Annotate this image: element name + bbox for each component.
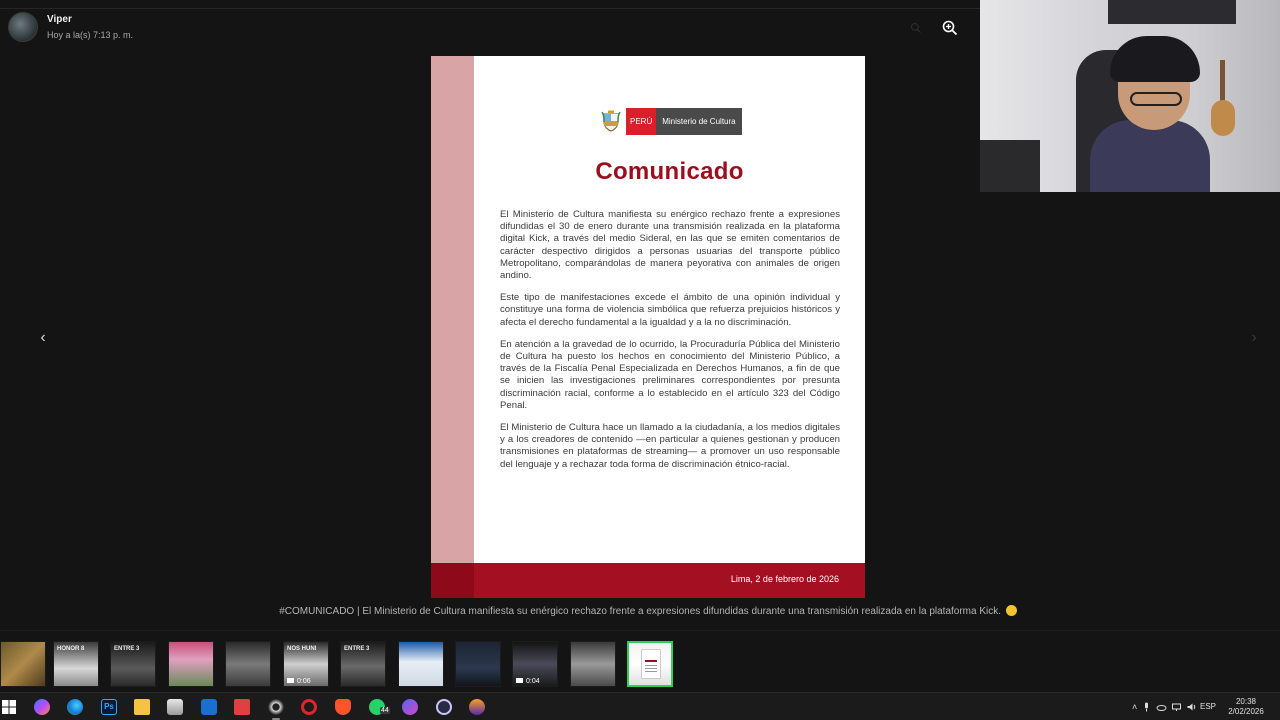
document-body: El Ministerio de Cultura manifiesta su e… — [500, 209, 840, 481]
file-explorer-icon[interactable] — [134, 699, 150, 715]
thumbnail[interactable]: NOS HUNI 0:06 — [283, 641, 329, 687]
webcam-overlay — [980, 0, 1280, 192]
thumbnail[interactable]: HONOR 8 — [53, 641, 99, 687]
outlook-mail-icon[interactable] — [201, 699, 217, 715]
thumbnail[interactable]: 0:04 — [512, 641, 558, 687]
microphone-icon[interactable] — [1141, 702, 1152, 712]
thumbnail-caption: NOS HUNI — [287, 646, 317, 652]
logo-country: PERÚ — [626, 108, 657, 135]
taskbar-clock[interactable]: 20:38 2/02/2026 — [1226, 697, 1266, 717]
media-caption: #COMUNICADO | El Ministerio de Cultura m… — [0, 605, 1280, 617]
divider — [0, 630, 1280, 631]
thumbnail[interactable] — [455, 641, 501, 687]
document-date: Lima, 2 de febrero de 2026 — [730, 574, 839, 584]
firefox-browser-icon[interactable] — [469, 699, 485, 715]
thumbnail[interactable] — [398, 641, 444, 687]
paragraph: En atención a la gravedad de lo ocurrido… — [500, 338, 840, 411]
video-duration: 0:06 — [297, 678, 311, 685]
thumbnail-caption: ENTRE 3 — [114, 646, 140, 652]
copilot-icon[interactable] — [34, 699, 50, 715]
paragraph: El Ministerio de Cultura hace un llamado… — [500, 422, 840, 470]
edge-browser-icon[interactable] — [67, 699, 83, 715]
chevron-up-icon[interactable]: ˄ — [1132, 702, 1137, 712]
calendar-app-icon[interactable] — [234, 699, 250, 715]
messenger-icon[interactable] — [402, 699, 418, 715]
ministry-logo: PERÚ Ministerio de Cultura — [599, 108, 742, 135]
thumbnail[interactable] — [570, 641, 616, 687]
thumbnail[interactable] — [168, 641, 214, 687]
communique-image: PERÚ Ministerio de Cultura Comunicado El… — [431, 56, 865, 598]
obs-studio-icon[interactable] — [268, 699, 284, 715]
thumbnail[interactable]: ENTRE 3 — [340, 641, 386, 687]
document-title: Comunicado — [595, 158, 744, 185]
photoshop-icon[interactable]: Ps — [101, 699, 117, 715]
video-duration: 0:04 — [526, 678, 540, 685]
opera-browser-icon[interactable] — [301, 699, 317, 715]
microphone-arm — [980, 140, 1040, 192]
sender-name[interactable]: Viper — [47, 14, 133, 25]
previous-media-button[interactable]: ‹ — [33, 328, 53, 348]
chevron-left-icon: ‹ — [40, 329, 46, 346]
microsoft-store-icon[interactable] — [167, 699, 183, 715]
guitar — [1210, 60, 1236, 136]
thumbnail-selected[interactable] — [627, 641, 673, 687]
person-shirt — [1090, 120, 1210, 192]
decorative-band — [431, 56, 474, 563]
notification-badge: 44 — [380, 707, 390, 714]
video-camera-icon — [287, 678, 294, 683]
thumbnail-document — [641, 649, 661, 679]
next-media-button[interactable]: › — [1244, 328, 1264, 348]
message-timestamp: Hoy a la(s) 7:13 p. m. — [47, 30, 134, 40]
video-camera-icon — [516, 678, 523, 683]
thumbnail[interactable] — [0, 641, 46, 687]
network-icon[interactable] — [1171, 702, 1182, 712]
caption-text: #COMUNICADO | El Ministerio de Cultura m… — [279, 606, 1002, 617]
divider — [0, 8, 980, 9]
clock-time: 20:38 — [1235, 697, 1257, 706]
media-player-icon[interactable] — [436, 699, 452, 715]
wall-screen — [1108, 0, 1236, 24]
volume-icon[interactable] — [1186, 702, 1197, 712]
paragraph: El Ministerio de Cultura manifiesta su e… — [500, 209, 840, 282]
thumbnail[interactable] — [225, 641, 271, 687]
thumbnail[interactable]: ENTRE 3 — [110, 641, 156, 687]
clock-date: 2/02/2026 — [1228, 707, 1264, 716]
avatar[interactable] — [8, 12, 38, 42]
search-icon — [910, 22, 921, 33]
onedrive-icon[interactable] — [1156, 702, 1167, 712]
windows-taskbar: Ps 44 ˄ ESP 20:38 2/02/2026 — [0, 692, 1280, 720]
glasses — [1130, 92, 1182, 106]
brave-browser-icon[interactable] — [335, 699, 351, 715]
message-header: Viper Hoy a la(s) 7:13 p. m. — [8, 12, 133, 42]
thumbnail-caption: HONOR 8 — [57, 646, 85, 652]
thumbnail-caption: ENTRE 3 — [344, 646, 370, 652]
logo-ministry: Ministerio de Cultura — [656, 108, 742, 135]
input-language[interactable]: ESP — [1200, 702, 1216, 711]
chevron-right-icon: › — [1251, 329, 1257, 346]
scared-face-emoji-icon — [1005, 605, 1017, 616]
paragraph: Este tipo de manifestaciones excede el á… — [500, 292, 840, 328]
system-tray: ˄ — [1132, 700, 1197, 714]
windows-start-icon[interactable] — [1, 699, 17, 715]
zoom-in-icon[interactable] — [942, 20, 958, 36]
document-footer: Lima, 2 de febrero de 2026 — [431, 563, 865, 598]
coat-of-arms-icon — [601, 110, 621, 132]
